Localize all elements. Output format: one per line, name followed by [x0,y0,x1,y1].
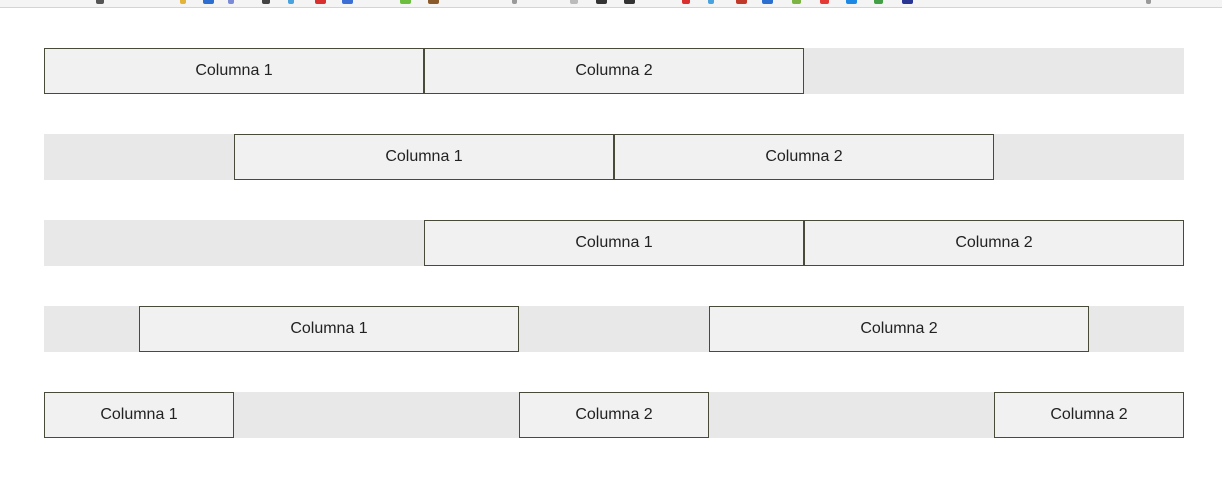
bookmark-icon[interactable] [682,0,690,4]
bookmark-icon[interactable] [400,0,411,4]
bookmark-icon[interactable] [820,0,829,4]
bookmark-icon[interactable] [624,0,635,4]
bookmark-icon[interactable] [96,0,104,4]
bookmark-icon[interactable] [512,0,517,4]
column-cell: Columna 2 [804,220,1184,266]
bookmark-icon[interactable] [1146,0,1151,4]
grid-row: Columna 1 Columna 2 [44,48,1184,94]
bookmark-icon[interactable] [874,0,883,4]
page: Columna 1 Columna 2 Columna 1 Columna 2 … [0,0,1222,485]
bookmark-icon[interactable] [570,0,578,4]
browser-bookmarks-bar [0,0,1222,8]
grid-row: Columna 1 Columna 2 Columna 2 [44,392,1184,438]
bookmark-icon[interactable] [708,0,714,4]
bookmark-icon[interactable] [596,0,607,4]
bookmark-icon[interactable] [262,0,270,4]
column-cell: Columna 1 [424,220,804,266]
bookmark-icon[interactable] [180,0,186,4]
bookmark-icon[interactable] [315,0,326,4]
column-cell: Columna 2 [424,48,804,94]
bookmark-icon[interactable] [846,0,857,4]
column-cell: Columna 2 [709,306,1089,352]
bookmark-icon[interactable] [428,0,439,4]
bookmark-icon[interactable] [792,0,801,4]
column-cell: Columna 1 [139,306,519,352]
column-cell: Columna 2 [614,134,994,180]
bookmark-icon[interactable] [228,0,234,4]
column-cell: Columna 2 [994,392,1184,438]
column-cell: Columna 1 [44,392,234,438]
bookmark-icon[interactable] [902,0,913,4]
column-cell: Columna 1 [234,134,614,180]
grid-row: Columna 1 Columna 2 [44,134,1184,180]
bookmark-icon[interactable] [203,0,214,4]
bookmark-icon[interactable] [288,0,294,4]
grid-row: Columna 1 Columna 2 [44,220,1184,266]
column-cell: Columna 2 [519,392,709,438]
bookmark-icon[interactable] [342,0,353,4]
bookmark-icon[interactable] [736,0,747,4]
column-cell: Columna 1 [44,48,424,94]
grid-row: Columna 1 Columna 2 [44,306,1184,352]
bookmark-icon[interactable] [762,0,773,4]
